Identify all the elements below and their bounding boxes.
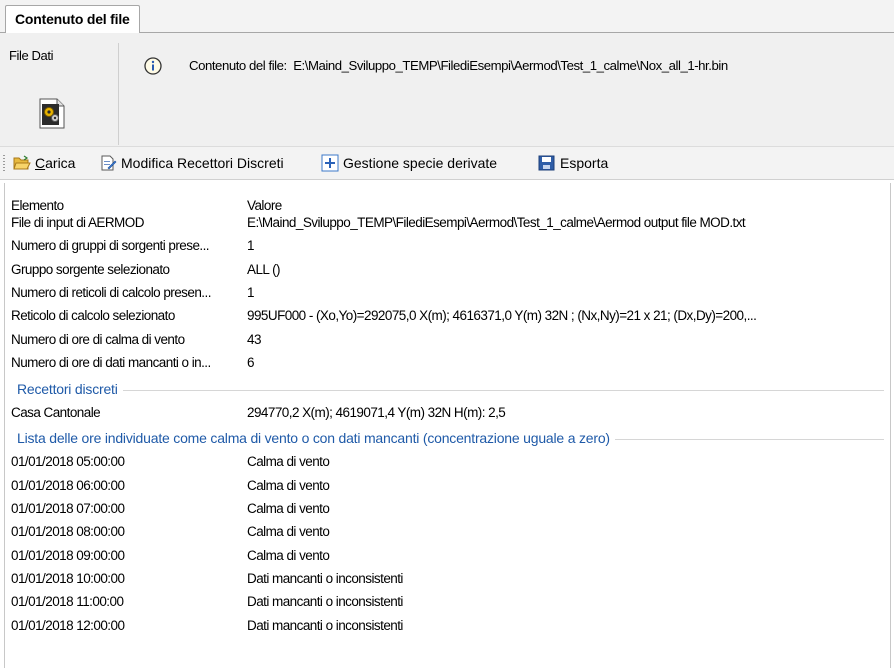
ora-row[interactable]: 01/01/2018 11:00:00 Dati mancanti o incon…: [5, 591, 890, 614]
row-value: Calma di vento: [247, 524, 330, 540]
row-key: 01/01/2018 11:00:00: [11, 594, 124, 610]
row-key: 01/01/2018 05:00:00: [11, 454, 125, 470]
row-key: Reticolo di calcolo selezionato: [11, 308, 175, 324]
ora-row[interactable]: 01/01/2018 07:00:00 Calma di vento: [5, 498, 890, 521]
row-key: Gruppo sorgente selezionato: [11, 261, 170, 277]
toolbar-grip[interactable]: [3, 155, 5, 171]
row-value: 1: [247, 284, 255, 300]
group-divider: [17, 390, 884, 392]
row-value: 294770,2 X(m); 4619071,4 Y(m) 32N H(m): …: [247, 405, 506, 421]
tab-contenuto-del-file[interactable]: Contenuto del file: [5, 5, 140, 33]
ora-row[interactable]: 01/01/2018 09:00:00 Calma di vento: [5, 545, 890, 568]
row-value: Calma di vento: [247, 501, 330, 516]
row-key: 01/01/2018 08:00:00: [11, 524, 125, 540]
property-grid[interactable]: Elemento Valore File di input di AERMOD E…: [4, 183, 891, 668]
property-row[interactable]: Gruppo sorgente selezionato ALL (): [5, 259, 890, 282]
recettore-row[interactable]: Casa Cantonale 294770,2 X(m); 4619071,4 Y…: [5, 402, 890, 425]
carica-mnemonic: C: [35, 155, 46, 171]
property-row[interactable]: Numero di gruppi di sorgenti prese... 1: [5, 235, 890, 258]
group-label: Lista delle ore individuate come calma d…: [17, 430, 615, 447]
ora-row[interactable]: 01/01/2018 12:00:00 Dati mancanti o incon…: [5, 615, 890, 638]
toolbar: Carica Modifica Recettori Discreti Gesti…: [0, 147, 894, 180]
row-value: 1: [247, 238, 255, 254]
row-key: 01/01/2018 09:00:00: [11, 547, 125, 563]
row-key: Casa Cantonale: [11, 405, 101, 421]
row-value: 6: [247, 354, 255, 370]
save-disk-icon: [538, 155, 555, 171]
gestione-label: Gestione specie derivate: [343, 155, 498, 171]
row-value: E:\Maind_Sviluppo_TEMP\FilediEsempi\Aerm…: [247, 215, 746, 230]
tab-strip: Contenuto del file: [0, 0, 894, 33]
edit-document-icon: [101, 155, 117, 171]
info-icon: [144, 57, 162, 75]
file-info-panel: File Dati Contenuto del file: E:\Maind_S…: [0, 33, 894, 147]
property-row[interactable]: Numero di reticoli di calcolo presen... 1: [5, 282, 890, 305]
row-key: 01/01/2018 07:00:00: [11, 501, 125, 516]
row-value: Dati mancanti o inconsistenti: [247, 570, 403, 586]
data-file-icon[interactable]: [38, 98, 66, 129]
add-icon: [321, 154, 339, 172]
row-value: Calma di vento: [247, 454, 330, 470]
folder-open-icon: [13, 155, 31, 170]
row-value: Calma di vento: [247, 547, 330, 563]
modifica-label: Modifica Recettori Discreti: [121, 155, 284, 171]
row-value: ALL (): [247, 261, 281, 277]
group-lista-ore[interactable]: Lista delle ore individuate come calma d…: [5, 428, 890, 450]
row-value: Calma di vento: [247, 477, 330, 493]
row-value: 43: [247, 331, 261, 347]
row-value: Dati mancanti o inconsistenti: [247, 594, 403, 610]
group-label: Recettori discreti: [17, 381, 123, 398]
carica-button[interactable]: Carica: [13, 153, 75, 173]
property-row[interactable]: File di input di AERMOD E:\Maind_Sviluppo…: [5, 212, 890, 235]
column-elemento: Elemento: [11, 198, 64, 213]
group-recettori-discreti[interactable]: Recettori discreti: [5, 379, 890, 401]
esporta-button[interactable]: Esporta: [538, 153, 608, 173]
ora-row[interactable]: 01/01/2018 08:00:00 Calma di vento: [5, 521, 890, 544]
row-value: Dati mancanti o inconsistenti: [247, 617, 403, 633]
info-label: Contenuto del file:: [189, 58, 287, 73]
info-path: E:\Maind_Sviluppo_TEMP\FilediEsempi\Aerm…: [293, 58, 728, 73]
row-key: File di input di AERMOD: [11, 215, 144, 230]
gestione-specie-button[interactable]: Gestione specie derivate: [321, 153, 497, 173]
row-key: 01/01/2018 10:00:00: [11, 570, 125, 586]
header-separator: [118, 43, 119, 145]
carica-label: arica: [45, 155, 76, 171]
file-content-info: Contenuto del file: E:\Maind_Sviluppo_TE…: [189, 58, 728, 73]
row-key: Numero di reticoli di calcolo presen...: [11, 284, 211, 300]
row-key: Numero di gruppi di sorgenti prese...: [11, 238, 210, 254]
property-row[interactable]: Numero di ore di dati mancanti o in... 6: [5, 352, 890, 375]
modifica-recettori-button[interactable]: Modifica Recettori Discreti: [99, 153, 284, 173]
property-row[interactable]: Numero di ore di calma di vento 43: [5, 329, 890, 352]
ora-row[interactable]: 01/01/2018 10:00:00 Dati mancanti o incon…: [5, 568, 890, 591]
esporta-label: Esporta: [560, 155, 609, 171]
file-dati-label: File Dati: [9, 48, 54, 63]
ora-row[interactable]: 01/01/2018 06:00:00 Calma di vento: [5, 475, 890, 498]
row-key: Numero di ore di dati mancanti o in...: [11, 354, 211, 370]
property-row[interactable]: Reticolo di calcolo selezionato 995UF000 …: [5, 305, 890, 328]
column-valore: Valore: [247, 198, 282, 213]
row-value: 995UF000 - (Xo,Yo)=292075,0 X(m); 461637…: [247, 308, 757, 324]
row-key: Numero di ore di calma di vento: [11, 331, 185, 347]
row-key: 01/01/2018 06:00:00: [11, 477, 125, 493]
ora-row[interactable]: 01/01/2018 05:00:00 Calma di vento: [5, 451, 890, 474]
row-key: 01/01/2018 12:00:00: [11, 617, 125, 633]
